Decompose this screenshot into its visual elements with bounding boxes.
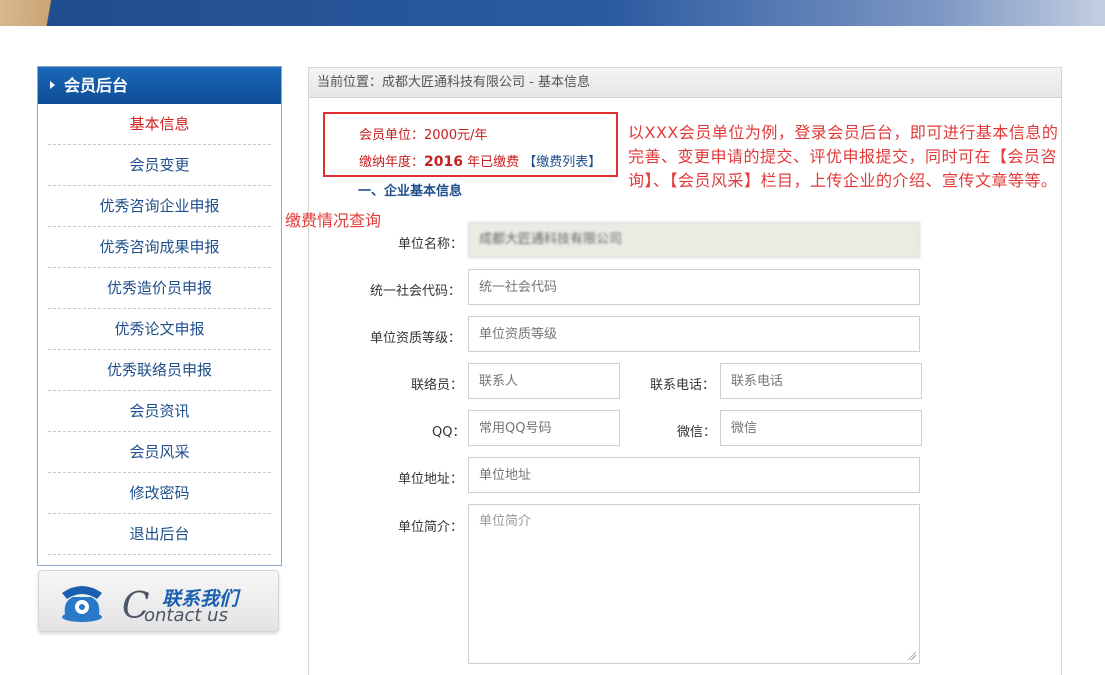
address-label: 单位地址： [398,472,464,487]
sidebar-header: 会员后台 [38,67,281,104]
contact-chinese-text: 联系我们 [162,588,239,610]
telephone-icon [62,586,102,622]
arrow-right-icon [50,81,55,89]
qq-label: QQ： [432,425,466,440]
qualification-label: 单位资质等级： [370,331,462,346]
sidebar-item-logout[interactable]: 退出后台 [48,514,271,555]
member-unit-label: 会员单位： [359,128,425,143]
sidebar-item-member-news[interactable]: 会员资讯 [48,391,271,432]
sidebar-title: 会员后台 [64,76,129,95]
intro-textarea[interactable]: 单位简介 [468,504,920,664]
banner-decoration [0,0,80,26]
wechat-label: 微信： [677,425,717,440]
sidebar-menu: 基本信息 会员变更 优秀咨询企业申报 优秀咨询成果申报 优秀造价员申报 优秀论文… [38,104,281,555]
section-title: 一、企业基本信息 [358,184,463,199]
sidebar-item-excellent-achievement[interactable]: 优秀咨询成果申报 [48,227,271,268]
annotation-note: 以XXX会员单位为例，登录会员后台，即可进行基本信息的完善、变更申请的提交、评优… [628,123,1059,190]
fee-list-link[interactable]: 【缴费列表】 [523,155,601,170]
sidebar-item-member-showcase[interactable]: 会员风采 [48,432,271,473]
annotation-fee-query: 缴费情况查询 [285,211,382,230]
fee-year: 2016 [424,154,463,170]
sidebar-item-excellent-liaison[interactable]: 优秀联络员申报 [48,350,271,391]
member-unit-row: 会员单位：2000元/年 [359,124,487,143]
sidebar: 会员后台 基本信息 会员变更 优秀咨询企业申报 优秀咨询成果申报 优秀造价员申报… [37,66,282,566]
breadcrumb: 当前位置：成都大匠通科技有限公司 - 基本信息 [309,68,1061,98]
company-name-label: 单位名称： [398,237,464,252]
sidebar-item-excellent-paper[interactable]: 优秀论文申报 [48,309,271,350]
fee-status-box: 会员单位：2000元/年 缴纳年度：2016 年已缴费 【缴费列表】 [323,112,618,177]
wechat-input[interactable] [720,410,922,446]
fee-status: 年已缴费 [467,155,520,170]
qq-input[interactable] [468,410,620,446]
address-input[interactable] [468,457,920,493]
credit-code-input[interactable] [468,269,920,305]
fee-year-label: 缴纳年度： [359,155,425,170]
contact-phone-label: 联系电话： [650,378,716,393]
resize-grip-icon[interactable] [908,652,916,660]
sidebar-item-excellent-enterprise[interactable]: 优秀咨询企业申报 [48,186,271,227]
credit-code-label: 统一社会代码： [370,284,462,299]
sidebar-item-basic-info[interactable]: 基本信息 [48,104,271,145]
sidebar-item-excellent-cost-engineer[interactable]: 优秀造价员申报 [48,268,271,309]
company-name-field: 成都大匠通科技有限公司 [468,222,920,258]
contact-us-banner[interactable]: C ontact us 联系我们 [38,570,279,632]
qualification-input[interactable] [468,316,920,352]
top-banner [0,0,1105,26]
sidebar-item-change-password[interactable]: 修改密码 [48,473,271,514]
contact-person-label: 联络员： [411,378,464,393]
member-unit-value: 2000元/年 [424,128,488,143]
fee-year-row: 缴纳年度：2016 年已缴费 【缴费列表】 [359,151,601,170]
intro-label: 单位简介： [398,520,464,535]
contact-phone-input[interactable] [720,363,922,399]
contact-person-input[interactable] [468,363,620,399]
sidebar-item-member-change[interactable]: 会员变更 [48,145,271,186]
